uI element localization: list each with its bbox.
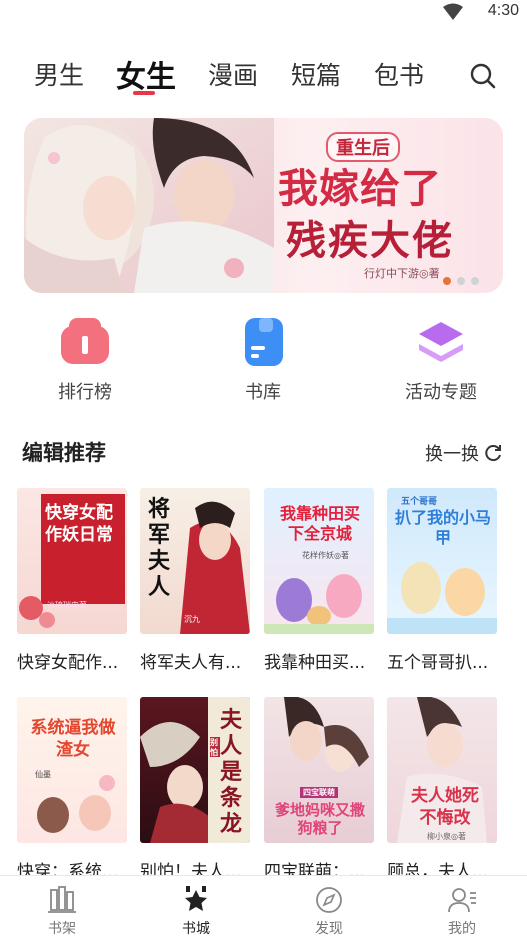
bookshelf-icon bbox=[48, 886, 76, 913]
book-cover: 夫人她死不悔改 柳小泉◎著 bbox=[387, 697, 497, 843]
book-cover-author: 别怕 bbox=[210, 737, 220, 757]
banner-pagination bbox=[443, 277, 479, 285]
book-cover-author: 沙琉瑞申著 bbox=[47, 601, 87, 610]
entry-ranking-label: 排行榜 bbox=[58, 382, 112, 403]
nav-bookstore-label: 书城 bbox=[182, 921, 210, 937]
book-card[interactable]: 快穿女配作妖日常 沙琉瑞申著 快穿女配作... bbox=[17, 488, 129, 673]
bookstore-icon bbox=[185, 886, 207, 911]
tab-comics[interactable]: 漫画 bbox=[208, 56, 258, 92]
activity-icon bbox=[419, 322, 463, 362]
nav-discover[interactable]: 发现 bbox=[289, 884, 369, 938]
book-cover-title: 扒了我的小马甲 bbox=[395, 508, 492, 547]
status-time: 4:30 bbox=[487, 2, 519, 19]
refresh-icon bbox=[485, 445, 501, 462]
ranking-icon bbox=[61, 318, 109, 364]
book-cover: 四宝联萌 爹地妈咪又撒狗粮了 bbox=[264, 697, 374, 843]
nav-profile-label: 我的 bbox=[448, 921, 476, 937]
book-cover-title: 爹地妈咪又撒狗粮了 bbox=[274, 801, 365, 837]
banner-illustration bbox=[24, 118, 274, 293]
refresh-button[interactable]: 换一换 bbox=[425, 440, 503, 466]
book-cover: 快穿女配作妖日常 沙琉瑞申著 bbox=[17, 488, 127, 634]
status-bar: 4:30 bbox=[0, 0, 527, 26]
book-card[interactable]: 将军夫人 沉九 将军夫人有... bbox=[140, 488, 252, 673]
nav-profile[interactable]: 我的 bbox=[422, 884, 502, 938]
discover-icon bbox=[316, 887, 342, 913]
section-title: 编辑推荐 bbox=[22, 441, 106, 465]
nav-bookstore[interactable]: 书城 bbox=[156, 884, 236, 938]
banner-dot[interactable] bbox=[471, 277, 479, 285]
category-tabs: 男生 女生 漫画 短篇 包书 bbox=[0, 56, 527, 100]
book-card[interactable]: 系统逼我做渣女 仙墨 快穿：系统... bbox=[17, 697, 129, 882]
library-icon bbox=[245, 318, 283, 366]
entry-library-label: 书库 bbox=[245, 382, 281, 403]
tab-female[interactable]: 女生 bbox=[116, 52, 176, 96]
book-cover-author: 四宝联萌 bbox=[300, 787, 338, 798]
active-tab-indicator bbox=[133, 91, 155, 95]
book-cover: 系统逼我做渣女 仙墨 bbox=[17, 697, 127, 843]
refresh-label: 换一换 bbox=[425, 444, 479, 465]
book-cover-author: 沉九 bbox=[184, 615, 200, 624]
nav-bookshelf-label: 书架 bbox=[48, 921, 76, 937]
book-cover: 将军夫人 沉九 bbox=[140, 488, 250, 634]
book-title: 快穿女配作... bbox=[17, 653, 119, 673]
book-cover-title: 夫人是条龙 bbox=[220, 707, 243, 837]
tab-bundle[interactable]: 包书 bbox=[374, 56, 424, 92]
book-cover-author: 柳小泉◎著 bbox=[427, 832, 466, 841]
book-card[interactable]: 五个哥哥 扒了我的小马甲 五个哥哥扒... bbox=[387, 488, 499, 673]
book-cover: 我靠种田买下全京城 花样作妖◎著 bbox=[264, 488, 374, 634]
book-title: 将军夫人有... bbox=[140, 653, 242, 673]
profile-icon bbox=[448, 888, 476, 913]
tab-male[interactable]: 男生 bbox=[34, 56, 84, 92]
book-card[interactable]: 我靠种田买下全京城 花样作妖◎著 我靠种田买... bbox=[264, 488, 376, 673]
book-card[interactable]: 夫人是条龙 别怕 别怕！夫人... bbox=[140, 697, 252, 882]
book-cover-author: 仙墨 bbox=[35, 770, 51, 779]
entry-library[interactable]: 书库 bbox=[208, 316, 318, 404]
entry-ranking[interactable]: 排行榜 bbox=[30, 316, 140, 404]
book-cover: 夫人是条龙 别怕 bbox=[140, 697, 250, 843]
book-cover-title: 将军夫人 bbox=[148, 496, 171, 600]
nav-bookshelf[interactable]: 书架 bbox=[22, 884, 102, 938]
book-card[interactable]: 夫人她死不悔改 柳小泉◎著 顾总，夫人... bbox=[387, 697, 499, 882]
book-cover-author: 五个哥哥 bbox=[401, 497, 438, 507]
book-title: 五个哥哥扒... bbox=[387, 653, 489, 673]
book-cover-title: 快穿女配作妖日常 bbox=[45, 503, 113, 545]
book-title: 我靠种田买... bbox=[264, 653, 366, 673]
nav-discover-label: 发现 bbox=[315, 921, 343, 937]
banner-dot[interactable] bbox=[443, 277, 451, 285]
wifi-icon bbox=[443, 3, 463, 20]
book-cover-title: 我靠种田买下全京城 bbox=[279, 504, 360, 543]
tab-short-stories[interactable]: 短篇 bbox=[291, 56, 341, 92]
promo-banner[interactable]: 重生后 我嫁给了 残疾大佬 行灯中下游◎著 bbox=[24, 118, 503, 293]
banner-title-line2: 残疾大佬 bbox=[286, 217, 454, 264]
banner-dot[interactable] bbox=[457, 277, 465, 285]
book-cover-author: 花样作妖◎著 bbox=[302, 551, 349, 560]
entry-activity[interactable]: 活动专题 bbox=[386, 316, 496, 404]
banner-author: 行灯中下游◎著 bbox=[364, 267, 440, 280]
entry-activity-label: 活动专题 bbox=[405, 382, 477, 403]
book-cover-title: 夫人她死不悔改 bbox=[411, 786, 479, 828]
book-cover-title: 系统逼我做渣女 bbox=[30, 718, 116, 760]
book-cover: 五个哥哥 扒了我的小马甲 bbox=[387, 488, 497, 634]
bottom-nav: 书架 书城 发现 我的 bbox=[0, 875, 527, 951]
banner-title-line1: 我嫁给了 bbox=[278, 165, 442, 212]
book-card[interactable]: 四宝联萌 爹地妈咪又撒狗粮了 四宝联萌：... bbox=[264, 697, 376, 882]
search-icon[interactable] bbox=[469, 62, 497, 90]
